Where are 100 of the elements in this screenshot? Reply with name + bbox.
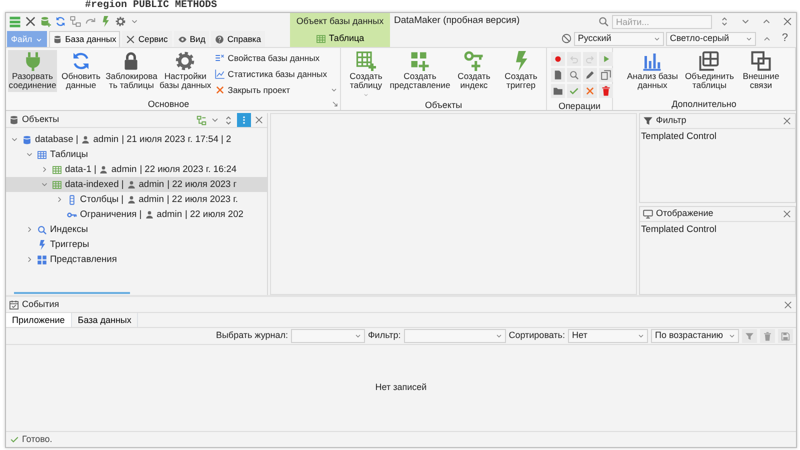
ribbon-button[interactable]: Создать триггер	[498, 50, 544, 92]
filter-select[interactable]	[404, 329, 506, 343]
events-tab[interactable]: База данных	[72, 313, 138, 327]
tree-user: admin	[93, 132, 119, 146]
window-title: DataMaker (пробная версия)	[394, 14, 521, 28]
caret-icon	[354, 332, 362, 340]
operation-button[interactable]	[599, 84, 613, 98]
table-grid-icon	[699, 51, 720, 71]
operation-button[interactable]	[551, 68, 565, 82]
lightning-icon	[100, 16, 111, 27]
contextual-tab[interactable]: Таблица	[290, 30, 390, 47]
operation-button[interactable]	[551, 52, 565, 66]
ribbon-button[interactable]: Создать таблицу	[343, 50, 389, 99]
ribbon-button[interactable]: Создать индекс	[451, 50, 497, 92]
scrollbar[interactable]	[14, 292, 130, 294]
settings-icon	[175, 51, 196, 71]
ribbon-button[interactable]: Создать представление	[390, 50, 450, 92]
more-options-button[interactable]	[237, 113, 251, 127]
folder-icon	[553, 86, 563, 96]
tree-item[interactable]: database | admin | 21 июля 2023 г. 17:54 | 2	[6, 132, 267, 147]
ribbon-button[interactable]: Обновить данные	[58, 50, 104, 92]
operation-button[interactable]	[599, 68, 613, 82]
tree-item[interactable]: Столбцы | admin | 22 июля 2023 г.	[6, 192, 267, 207]
theme-select[interactable]: Светло-серый	[666, 32, 756, 46]
tree-item[interactable]: Триггеры	[6, 237, 267, 252]
ribbon-button[interactable]: Анализ базы данных	[624, 50, 681, 92]
sort-select[interactable]: Нет	[568, 329, 648, 343]
tree-label: database |	[35, 132, 78, 146]
empty-message: Нет записей	[375, 381, 427, 394]
ribbon-tab[interactable]: База данных	[49, 31, 120, 47]
network-icon	[70, 16, 81, 27]
events-tab[interactable]: Приложение	[6, 313, 72, 327]
settings-icon	[115, 16, 126, 27]
tree-label: Ограничения |	[80, 208, 142, 221]
group-title: Дополнительно	[670, 98, 738, 110]
panel-title: События	[22, 298, 60, 311]
ribbon-tab[interactable]: Справка	[211, 31, 266, 47]
help-button[interactable]: ?	[778, 30, 792, 47]
tree-info: | 22 июля 202	[185, 208, 244, 221]
journal-select[interactable]	[290, 329, 365, 343]
operation-button[interactable]	[583, 84, 597, 98]
caret-icon	[494, 332, 503, 340]
check-icon	[10, 435, 19, 444]
ribbon-button[interactable]: Внешние связи	[738, 50, 784, 92]
ribbon-tab[interactable]: Сервис	[122, 31, 172, 47]
field-label: Сортировать:	[508, 329, 565, 342]
tree-item[interactable]: Индексы	[6, 222, 267, 237]
language-select[interactable]: Русский	[574, 32, 664, 46]
menu-icon	[9, 16, 21, 28]
key-add-icon	[464, 51, 484, 71]
operation-button[interactable]	[551, 84, 565, 98]
ribbon-small-button[interactable]: Статистика базы данных	[212, 67, 329, 81]
operation-button[interactable]	[567, 84, 581, 98]
ribbon-small-button[interactable]: Закрыть проект	[212, 83, 329, 97]
refresh-icon	[55, 16, 66, 27]
key-icon	[67, 210, 77, 220]
tree-item[interactable]: Таблицы	[6, 147, 267, 162]
operation-button[interactable]	[567, 68, 581, 82]
close-icon	[782, 16, 792, 27]
contextual-group-header: Объект базы данных	[290, 13, 390, 30]
ribbon-button[interactable]: Настройки базы данных	[158, 50, 212, 92]
close-icon	[783, 300, 793, 310]
ribbon-button[interactable]: Заблокирова ть таблицы	[105, 50, 158, 92]
search-icon	[569, 70, 579, 80]
panel-title: Фильтр	[656, 114, 688, 128]
column-icon	[67, 194, 77, 204]
copy-icon	[601, 70, 611, 80]
ribbon-tab[interactable]: Вид	[174, 31, 210, 47]
undo-icon	[569, 54, 579, 64]
tree-item[interactable]: Ограничения | admin | 22 июля 202	[6, 207, 267, 222]
ribbon-small-button[interactable]: Свойства базы данных	[212, 51, 329, 65]
table-icon	[37, 150, 47, 160]
lightning-icon	[37, 240, 47, 250]
monitor-icon	[643, 208, 653, 218]
group-title: Объекты	[424, 98, 464, 111]
filter-button[interactable]	[742, 329, 757, 343]
chevron-down-icon	[35, 36, 44, 44]
document-icon	[553, 70, 563, 80]
save-button[interactable]	[778, 329, 793, 343]
panel-title: Отображение	[656, 206, 714, 220]
panel-content: Templated Control	[640, 130, 718, 143]
tree-label: Таблицы	[50, 148, 88, 161]
help-icon	[215, 35, 224, 44]
tree-item[interactable]: Представления	[6, 252, 267, 267]
close-icon	[214, 85, 225, 95]
tree-info: | 22 июля 2023 г.	[166, 192, 238, 206]
tree-item[interactable]: data-1 | admin | 22 июля 2023 г. 16:24	[6, 162, 267, 177]
operation-button[interactable]	[583, 68, 597, 82]
delete-button[interactable]	[760, 329, 775, 343]
search-icon	[37, 224, 47, 234]
chart-line-icon	[214, 69, 225, 79]
filter-icon	[745, 332, 754, 340]
save-icon	[781, 332, 790, 340]
search-field[interactable]: Найти...	[612, 14, 712, 28]
tree-item[interactable]: data-indexed | admin | 22 июля 2023 г	[6, 177, 267, 192]
ribbon-button[interactable]: Объединить таблицы	[682, 50, 737, 92]
operation-button[interactable]	[599, 52, 613, 66]
person-icon	[126, 195, 136, 204]
ribbon-button[interactable]: Разорвать соединение	[8, 50, 58, 92]
order-select[interactable]: По возрастанию	[651, 329, 739, 343]
